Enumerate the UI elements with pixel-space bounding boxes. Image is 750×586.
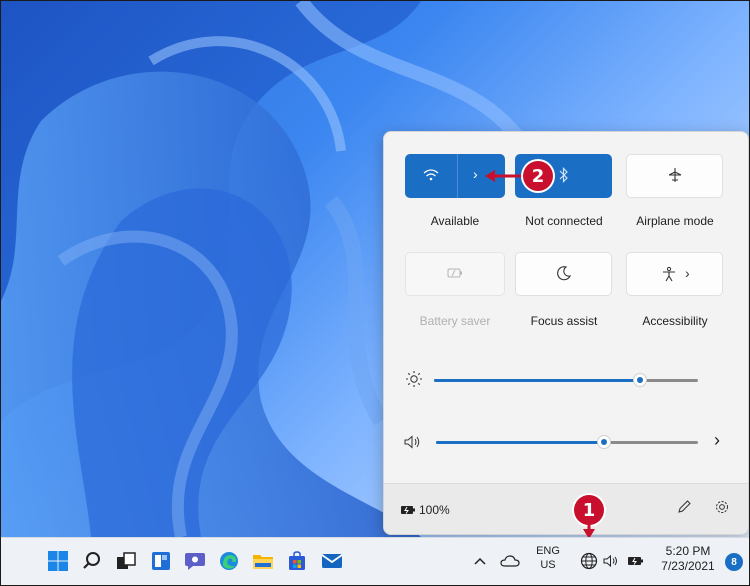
battery-saver-icon xyxy=(447,267,463,282)
battery-saver-tile xyxy=(405,252,505,296)
callout-two: 2 xyxy=(523,161,553,191)
onedrive-cloud-icon[interactable] xyxy=(497,548,523,574)
desktop-screen: › Available Not connected Airplane mode … xyxy=(0,0,750,586)
brightness-icon xyxy=(405,370,423,393)
edge-browser-icon[interactable] xyxy=(216,548,242,574)
wifi-tile-divider xyxy=(457,154,458,198)
focus-assist-tile[interactable] xyxy=(515,252,612,296)
accessibility-icon xyxy=(661,266,677,285)
brightness-slider-fill xyxy=(434,379,640,382)
battery-tray-icon[interactable] xyxy=(623,548,649,574)
taskbar: ENG US 5:20 PM 7/23/2021 8 xyxy=(1,537,749,585)
mail-icon[interactable] xyxy=(319,548,345,574)
search-icon[interactable] xyxy=(79,548,105,574)
bluetooth-tile-label: Not connected xyxy=(525,214,603,228)
accessibility-chevron-icon[interactable]: › xyxy=(685,265,690,281)
volume-slider-fill xyxy=(436,441,604,444)
battery-percentage: 100% xyxy=(419,503,450,517)
quick-settings-panel: › Available Not connected Airplane mode … xyxy=(383,131,749,535)
battery-icon xyxy=(400,503,416,521)
volume-slider-thumb[interactable] xyxy=(597,435,611,449)
focus-assist-label: Focus assist xyxy=(530,314,598,328)
edit-pencil-icon[interactable] xyxy=(676,499,692,520)
input-language: ENG xyxy=(536,545,560,557)
clock[interactable]: 5:20 PM 7/23/2021 xyxy=(656,544,720,574)
input-region: US xyxy=(540,559,556,571)
volume-slider[interactable] xyxy=(436,435,698,449)
battery-saver-label: Battery saver xyxy=(419,314,491,328)
teams-chat-icon[interactable] xyxy=(182,548,208,574)
quick-settings-footer: 100% xyxy=(384,483,748,534)
brightness-slider-thumb[interactable] xyxy=(633,373,647,387)
clock-date: 7/23/2021 xyxy=(661,559,715,573)
brightness-slider[interactable] xyxy=(434,373,698,387)
widgets-icon[interactable] xyxy=(148,548,174,574)
airplane-mode-tile[interactable] xyxy=(626,154,723,198)
settings-gear-icon[interactable] xyxy=(714,499,730,520)
bluetooth-icon xyxy=(559,167,569,186)
speaker-icon xyxy=(403,434,421,455)
wifi-chevron-icon[interactable]: › xyxy=(473,166,478,182)
clock-time: 5:20 PM xyxy=(665,544,711,558)
accessibility-label: Accessibility xyxy=(642,314,708,328)
file-explorer-icon[interactable] xyxy=(250,548,276,574)
show-hidden-icons-chevron-icon[interactable] xyxy=(467,548,493,574)
task-view-icon[interactable] xyxy=(113,548,139,574)
airplane-icon xyxy=(667,167,683,186)
audio-output-chevron-icon[interactable]: › xyxy=(714,430,720,451)
wifi-icon xyxy=(423,168,439,185)
microsoft-store-icon[interactable] xyxy=(284,548,310,574)
volume-tray-icon[interactable] xyxy=(598,548,624,574)
windows-start-icon[interactable] xyxy=(45,548,71,574)
moon-icon xyxy=(556,265,572,284)
wifi-tile-label: Available xyxy=(430,214,480,228)
notification-count-badge[interactable]: 8 xyxy=(725,553,743,571)
input-language-indicator[interactable]: ENG US xyxy=(531,544,565,572)
accessibility-tile[interactable]: › xyxy=(626,252,723,296)
airplane-mode-label: Airplane mode xyxy=(636,214,714,228)
